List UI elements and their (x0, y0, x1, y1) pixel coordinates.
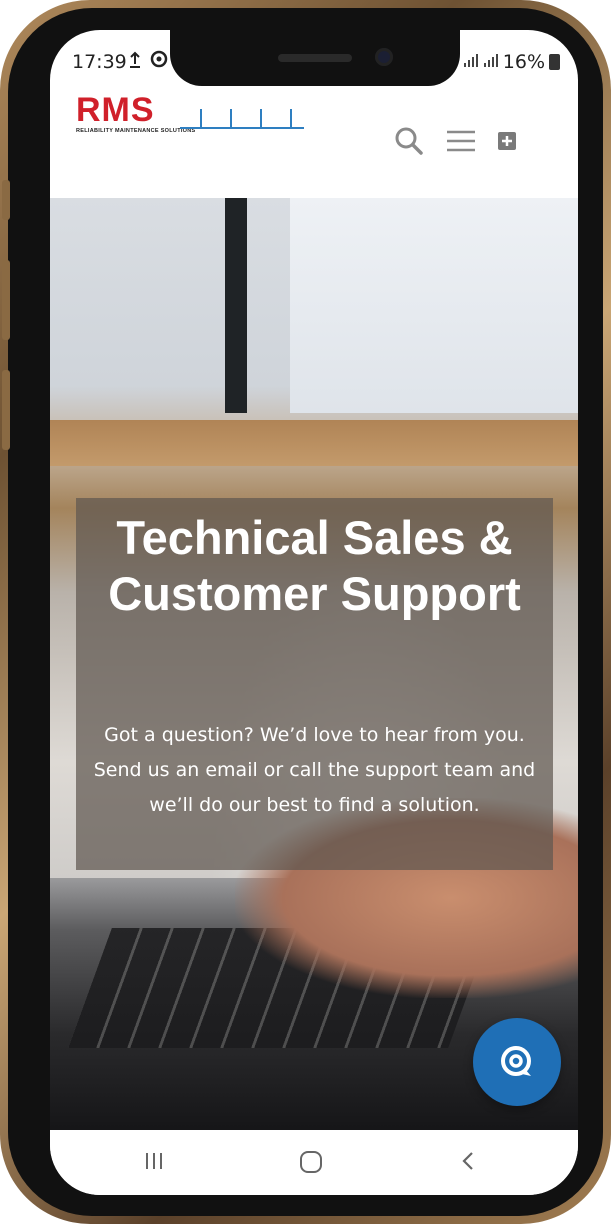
phone-screen: Technical Sales & Customer Support Got a… (50, 30, 578, 1195)
status-time: 17:39 (72, 51, 127, 73)
earpiece-speaker (278, 54, 352, 62)
logo-wordmark: RMS (76, 91, 155, 129)
logo-bars-graphic (180, 101, 304, 129)
hero-title: Technical Sales & Customer Support (108, 511, 521, 620)
back-icon[interactable] (458, 1150, 478, 1177)
chat-button[interactable] (473, 1018, 561, 1106)
battery-level: 16% (502, 51, 545, 73)
hero-description: Got a question? We’d love to hear from y… (93, 724, 536, 816)
battery-icon (549, 54, 560, 70)
plus-square-icon[interactable] (498, 132, 516, 155)
signal-icon (483, 51, 499, 73)
hero-background-window (290, 198, 578, 413)
menu-icon[interactable] (445, 126, 477, 161)
front-camera (375, 48, 393, 66)
hero-background-frame (225, 198, 247, 413)
recent-apps-icon[interactable] (143, 1150, 165, 1177)
site-header: RMS RELIABILITY MAINTENANCE SOLUTIONS (50, 88, 578, 198)
chat-icon (499, 1044, 535, 1085)
logo-tagline: RELIABILITY MAINTENANCE SOLUTIONS (76, 128, 196, 134)
app-notification-icon (150, 50, 168, 73)
upload-icon (128, 51, 142, 74)
phone-volume-down-button (2, 370, 10, 450)
phone-volume-up-button (2, 260, 10, 340)
hero-background-shelf (50, 420, 578, 466)
phone-notch (170, 30, 460, 86)
rms-logo[interactable]: RMS RELIABILITY MAINTENANCE SOLUTIONS (76, 91, 304, 134)
status-indicators: 16% (463, 51, 560, 73)
signal-icon (463, 51, 479, 73)
hero-text-box: Technical Sales & Customer Support Got a… (76, 498, 553, 870)
search-icon[interactable] (394, 126, 424, 161)
hero-section: Technical Sales & Customer Support Got a… (50, 198, 578, 1138)
home-icon[interactable] (299, 1150, 323, 1179)
system-navigation-bar (50, 1130, 578, 1195)
phone-side-button (2, 180, 10, 220)
